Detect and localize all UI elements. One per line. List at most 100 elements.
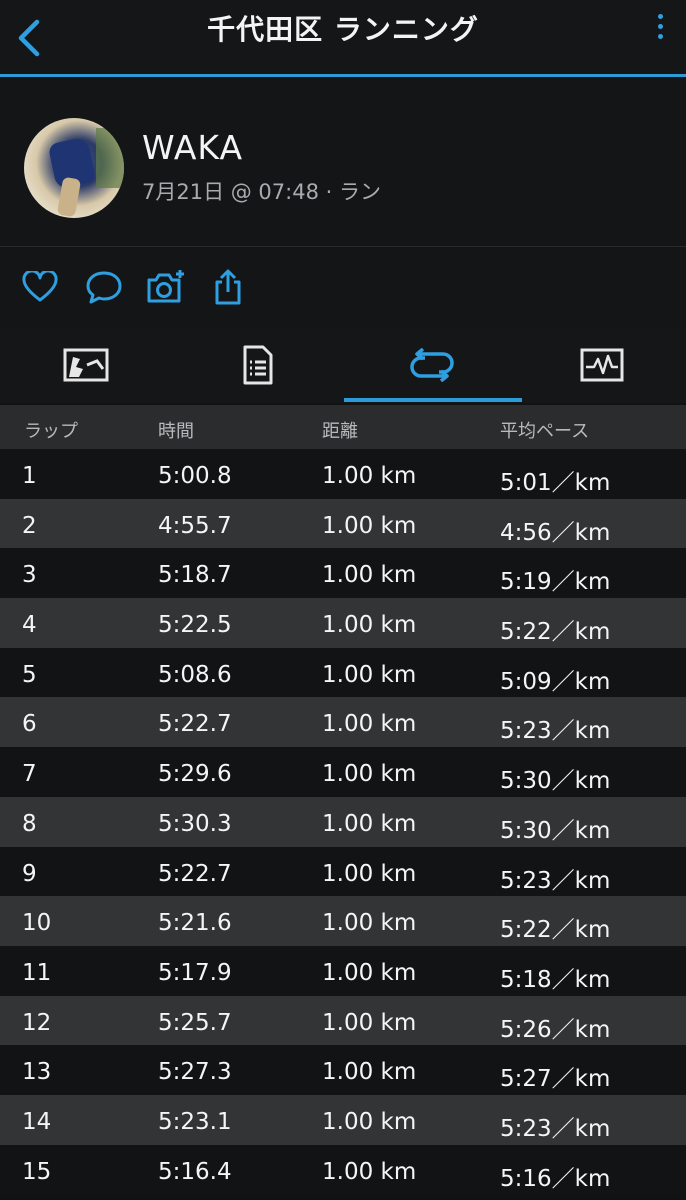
- lap-number: 9: [22, 860, 37, 887]
- table-row[interactable]: 15 5:16.4 1.00 km 5:16／km: [0, 1144, 686, 1195]
- active-tab-indicator: [344, 398, 522, 402]
- camera-plus-icon: [147, 270, 184, 303]
- lap-time: 5:30.3: [158, 810, 232, 837]
- lap-pace: 5:01／km: [500, 470, 611, 496]
- lap-time: 5:18.7: [158, 562, 232, 589]
- lap-pace: 5:30／km: [500, 768, 611, 795]
- table-row[interactable]: 7 5:29.6 1.00 km 5:30／km: [0, 747, 686, 797]
- table-row[interactable]: 4 5:22.5 1.00 km 5:22／km: [0, 598, 686, 648]
- lap-number: 1: [22, 463, 37, 489]
- lap-pace: 5:19／km: [500, 569, 611, 596]
- lap-time: 5:25.7: [158, 1009, 232, 1036]
- map-icon: [63, 348, 109, 382]
- lap-time: 5:23.1: [158, 1108, 232, 1135]
- lap-distance: 1.00 km: [322, 1009, 417, 1036]
- lap-number: 4: [22, 612, 37, 639]
- table-row[interactable]: 8 5:30.3 1.00 km 5:30／km: [0, 796, 686, 847]
- profile-section: WAKA 7月21日 @ 07:48 · ラン: [0, 78, 686, 247]
- header-pace: 平均ペース: [500, 421, 590, 442]
- lap-number: 2: [22, 512, 37, 539]
- lap-distance: 1.00 km: [322, 810, 417, 837]
- share-icon: [215, 269, 241, 305]
- lap-distance: 1.00 km: [322, 959, 417, 986]
- lap-number: 12: [22, 1009, 52, 1036]
- lap-pace: 5:27／km: [500, 1066, 611, 1093]
- lap-distance: 1.00 km: [322, 463, 417, 489]
- activity-detail-screen: 千代田区 ランニング WAKA 7月21日 @ 07:48 · ラン ラップ 時…: [0, 0, 686, 1200]
- document-icon: [243, 345, 273, 385]
- laps-table: 1 5:00.8 1.00 km 5:01／km 2 4:55.7 1.00 k…: [0, 449, 686, 1195]
- lap-distance: 1.00 km: [322, 910, 417, 937]
- tab-laps[interactable]: [346, 327, 518, 403]
- lap-number: 6: [22, 711, 37, 738]
- lap-pace: 5:23／km: [500, 1115, 611, 1142]
- table-row[interactable]: 11 5:17.9 1.00 km 5:18／km: [0, 945, 686, 996]
- header-distance: 距離: [322, 421, 358, 442]
- lap-time: 5:21.6: [158, 910, 232, 937]
- header-divider: [0, 74, 686, 77]
- heart-icon: [22, 271, 58, 302]
- lap-pace: 5:30／km: [500, 817, 611, 844]
- lap-number: 10: [22, 910, 52, 937]
- lap-number: 14: [22, 1108, 52, 1135]
- lap-time: 5:22.7: [158, 711, 232, 738]
- table-row[interactable]: 3 5:18.7 1.00 km 5:19／km: [0, 548, 686, 599]
- like-button[interactable]: [20, 267, 60, 307]
- lap-time: 5:17.9: [158, 959, 232, 986]
- share-button[interactable]: [208, 267, 248, 307]
- lap-pace: 5:23／km: [500, 867, 611, 894]
- lap-pace: 5:16／km: [500, 1165, 611, 1192]
- lap-distance: 1.00 km: [322, 761, 417, 788]
- lap-distance: 1.00 km: [322, 1108, 417, 1135]
- user-name[interactable]: WAKA: [142, 128, 243, 167]
- lap-pace: 5:22／km: [500, 917, 611, 944]
- lap-number: 8: [22, 810, 37, 837]
- lap-distance: 1.00 km: [322, 512, 417, 539]
- lap-number: 5: [22, 661, 37, 688]
- lap-distance: 1.00 km: [322, 612, 417, 639]
- table-row[interactable]: 13 5:27.3 1.00 km 5:27／km: [0, 1045, 686, 1095]
- lap-time: 5:22.5: [158, 612, 232, 639]
- table-row[interactable]: 10 5:21.6 1.00 km 5:22／km: [0, 896, 686, 946]
- lap-distance: 1.00 km: [322, 1059, 417, 1086]
- tab-stats[interactable]: [172, 327, 344, 403]
- table-row[interactable]: 9 5:22.7 1.00 km 5:23／km: [0, 846, 686, 897]
- laps-icon: [410, 348, 454, 382]
- lap-number: 3: [22, 562, 37, 589]
- lap-pace: 5:09／km: [500, 668, 611, 695]
- lap-pace: 4:56／km: [500, 519, 611, 546]
- avatar[interactable]: [24, 118, 124, 218]
- lap-pace: 5:26／km: [500, 1016, 611, 1043]
- lap-pace: 5:18／km: [500, 966, 611, 993]
- lap-time: 4:55.7: [158, 512, 232, 539]
- lap-time: 5:16.4: [158, 1158, 232, 1185]
- header-lap: ラップ: [24, 421, 78, 442]
- lap-pace: 5:23／km: [500, 718, 611, 745]
- lap-pace: 5:22／km: [500, 619, 611, 646]
- chart-icon: [580, 348, 624, 382]
- tab-overview[interactable]: [0, 327, 172, 403]
- more-options-button[interactable]: [648, 6, 672, 46]
- table-row[interactable]: 5 5:08.6 1.00 km 5:09／km: [0, 647, 686, 698]
- lap-time: 5:27.3: [158, 1059, 232, 1086]
- table-row[interactable]: 12 5:25.7 1.00 km 5:26／km: [0, 995, 686, 1046]
- lap-distance: 1.00 km: [322, 562, 417, 589]
- table-row[interactable]: 14 5:23.1 1.00 km 5:23／km: [0, 1094, 686, 1145]
- lap-number: 13: [22, 1059, 52, 1086]
- comment-button[interactable]: [84, 267, 124, 307]
- table-row[interactable]: 1 5:00.8 1.00 km 5:01／km: [0, 449, 686, 499]
- lap-distance: 1.00 km: [322, 860, 417, 887]
- tab-charts[interactable]: [516, 327, 686, 403]
- table-row[interactable]: 2 4:55.7 1.00 km 4:56／km: [0, 498, 686, 549]
- add-photo-button[interactable]: [146, 267, 186, 307]
- lap-time: 5:00.8: [158, 463, 232, 489]
- laps-table-header: ラップ 時間 距離 平均ペース: [0, 405, 686, 449]
- activity-meta: 7月21日 @ 07:48 · ラン: [142, 180, 381, 204]
- page-title: 千代田区 ランニング: [207, 13, 479, 46]
- table-row[interactable]: 6 5:22.7 1.00 km 5:23／km: [0, 697, 686, 748]
- lap-time: 5:08.6: [158, 661, 232, 688]
- lap-distance: 1.00 km: [322, 1158, 417, 1185]
- top-bar: 千代田区 ランニング: [0, 0, 686, 78]
- tab-bar: [0, 327, 686, 403]
- comment-icon: [86, 271, 122, 304]
